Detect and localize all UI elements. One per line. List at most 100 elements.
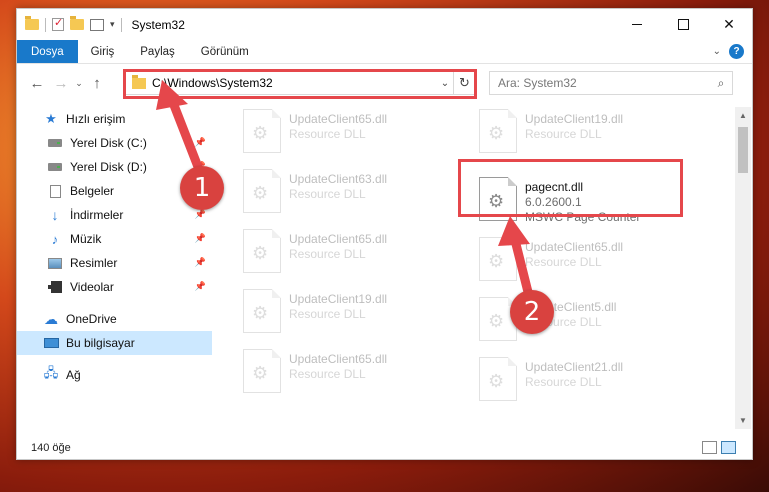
vertical-scrollbar[interactable]: ▲ ▼ [735,107,751,429]
file-name: UpdateClient65.dll [289,352,388,366]
pin-icon: 📌 [194,233,206,243]
gear-icon: ⚙ [488,311,505,331]
file-tile[interactable]: ⚙ UpdateClient65.dll Resource DLL [243,229,473,279]
minimize-button[interactable] [614,9,660,40]
quick-access-toolbar: ▾ [17,9,122,40]
file-name: UpdateClient19.dll [525,112,624,126]
sidebar-item-videos[interactable]: Videolar 📌 [17,275,212,299]
pin-icon: 📌 [194,257,206,267]
gear-icon: ⚙ [488,123,505,143]
tab-home[interactable]: Giriş [78,40,128,63]
expand-ribbon-chevron-icon[interactable]: ⌄ [713,46,721,57]
sidebar-item-label: Müzik [70,232,102,246]
search-input[interactable]: Ara: System32 [498,76,710,90]
up-button[interactable]: ↑ [85,75,109,92]
file-type: Resource DLL [289,127,366,141]
close-button[interactable]: ✕ [706,9,752,40]
file-tile[interactable]: ⚙ UpdateClient19.dll Resource DLL [243,289,473,339]
network-icon: 🖧 [43,365,59,380]
file-name: UpdateClient65.dll [289,112,388,126]
file-type: Resource DLL [525,255,602,269]
maximize-button[interactable] [660,9,706,40]
forward-button[interactable]: → [49,75,73,92]
file-tile[interactable]: ⚙ UpdateClient65.dll Resource DLL [479,237,709,287]
sidebar-item-quick-access[interactable]: ★ Hızlı erişim [17,107,212,131]
star-icon: ★ [45,111,57,126]
file-name: UpdateClient65.dll [289,232,388,246]
file-name: UpdateClient63.dll [289,172,388,186]
cloud-icon: ☁ [44,310,58,327]
file-list: ⚙ UpdateClient65.dll Resource DLL ⚙ Updat… [213,107,728,429]
file-tile[interactable]: ⚙ UpdateClient19.dll Resource DLL [479,109,709,159]
search-icon[interactable]: ⌕ [710,76,732,91]
tab-share[interactable]: Paylaş [127,40,188,63]
folder-icon [25,16,39,30]
toolbar-divider [120,17,122,32]
help-button[interactable]: ? [729,44,744,59]
properties-check-icon[interactable] [52,16,64,31]
file-type: Resource DLL [289,307,366,321]
document-icon [47,184,63,198]
scrollbar-thumb[interactable] [738,127,748,173]
file-tile[interactable]: ⚙ UpdateClient63.dll Resource DLL [243,169,473,219]
sidebar-item-pictures[interactable]: Resimler 📌 [17,251,212,275]
new-folder-icon[interactable] [70,16,84,30]
dll-file-icon: ⚙ [243,349,281,393]
dll-file-icon: ⚙ [243,289,281,333]
gear-icon: ⚙ [252,183,269,203]
drive-icon [47,160,63,174]
sidebar-item-music[interactable]: ♪ Müzik 📌 [17,227,212,251]
tiles-view-icon[interactable] [721,441,736,454]
dll-file-icon: ⚙ [243,169,281,213]
back-button[interactable]: ← [25,75,49,92]
ribbon-tabs: Dosya Giriş Paylaş Görünüm ⌄ ? [17,40,752,64]
file-highlight-box [458,159,683,217]
gear-icon: ⚙ [252,363,269,383]
sidebar-item-label: Bu bilgisayar [66,336,135,350]
window-title: System32 [131,17,185,32]
video-icon [47,280,63,294]
sidebar-item-label: Hızlı erişim [66,112,126,126]
sidebar-item-onedrive[interactable]: ☁ OneDrive [17,307,212,331]
sidebar-item-label: OneDrive [66,312,117,326]
sidebar-item-network[interactable]: 🖧 Ağ [17,363,212,387]
file-type: Resource DLL [525,375,602,389]
file-tile[interactable]: ⚙ UpdateClient21.dll Resource DLL [479,357,709,407]
customize-toolbar-chevron-icon[interactable]: ▾ [110,19,115,30]
pin-icon: 📌 [194,281,206,291]
search-box[interactable]: Ara: System32 ⌕ [489,71,733,95]
file-type: Resource DLL [289,367,366,381]
file-name: UpdateClient65.dll [525,240,624,254]
gear-icon: ⚙ [252,303,269,323]
sidebar-item-downloads[interactable]: ↓ İndirmeler 📌 [17,203,212,227]
sidebar-item-local-disk-c[interactable]: Yerel Disk (C:) 📌 [17,131,212,155]
pictures-icon [47,256,63,270]
sidebar-item-label: Videolar [70,280,114,294]
dll-file-icon: ⚙ [479,237,517,281]
tab-file[interactable]: Dosya [17,40,78,63]
dll-file-icon: ⚙ [479,357,517,401]
scroll-down-arrow-icon[interactable]: ▼ [735,412,751,429]
sidebar-item-this-pc[interactable]: Bu bilgisayar [17,331,212,355]
music-icon: ♪ [51,231,59,247]
sidebar-item-label: Ağ [66,368,81,382]
sidebar-item-label: Yerel Disk (D:) [70,160,147,174]
status-bar: 140 öğe [17,435,752,461]
step-1-badge: 1 [180,166,224,210]
details-view-icon[interactable] [702,441,717,454]
tab-view[interactable]: Görünüm [188,40,262,63]
file-tile[interactable]: ⚙ UpdateClient65.dll Resource DLL [243,349,473,399]
address-highlight-box [123,69,477,99]
scroll-up-arrow-icon[interactable]: ▲ [735,107,751,124]
file-name: UpdateClient19.dll [289,292,388,306]
recent-locations-button[interactable]: ⌄ [73,78,85,89]
pin-icon: 📌 [194,209,206,219]
file-tile[interactable]: ⚙ UpdateClient65.dll Resource DLL [243,109,473,159]
computer-icon [43,336,59,350]
gear-icon: ⚙ [488,371,505,391]
rename-icon[interactable] [90,18,104,31]
window-controls: ✕ [614,9,752,40]
sidebar-item-label: Belgeler [70,184,115,198]
